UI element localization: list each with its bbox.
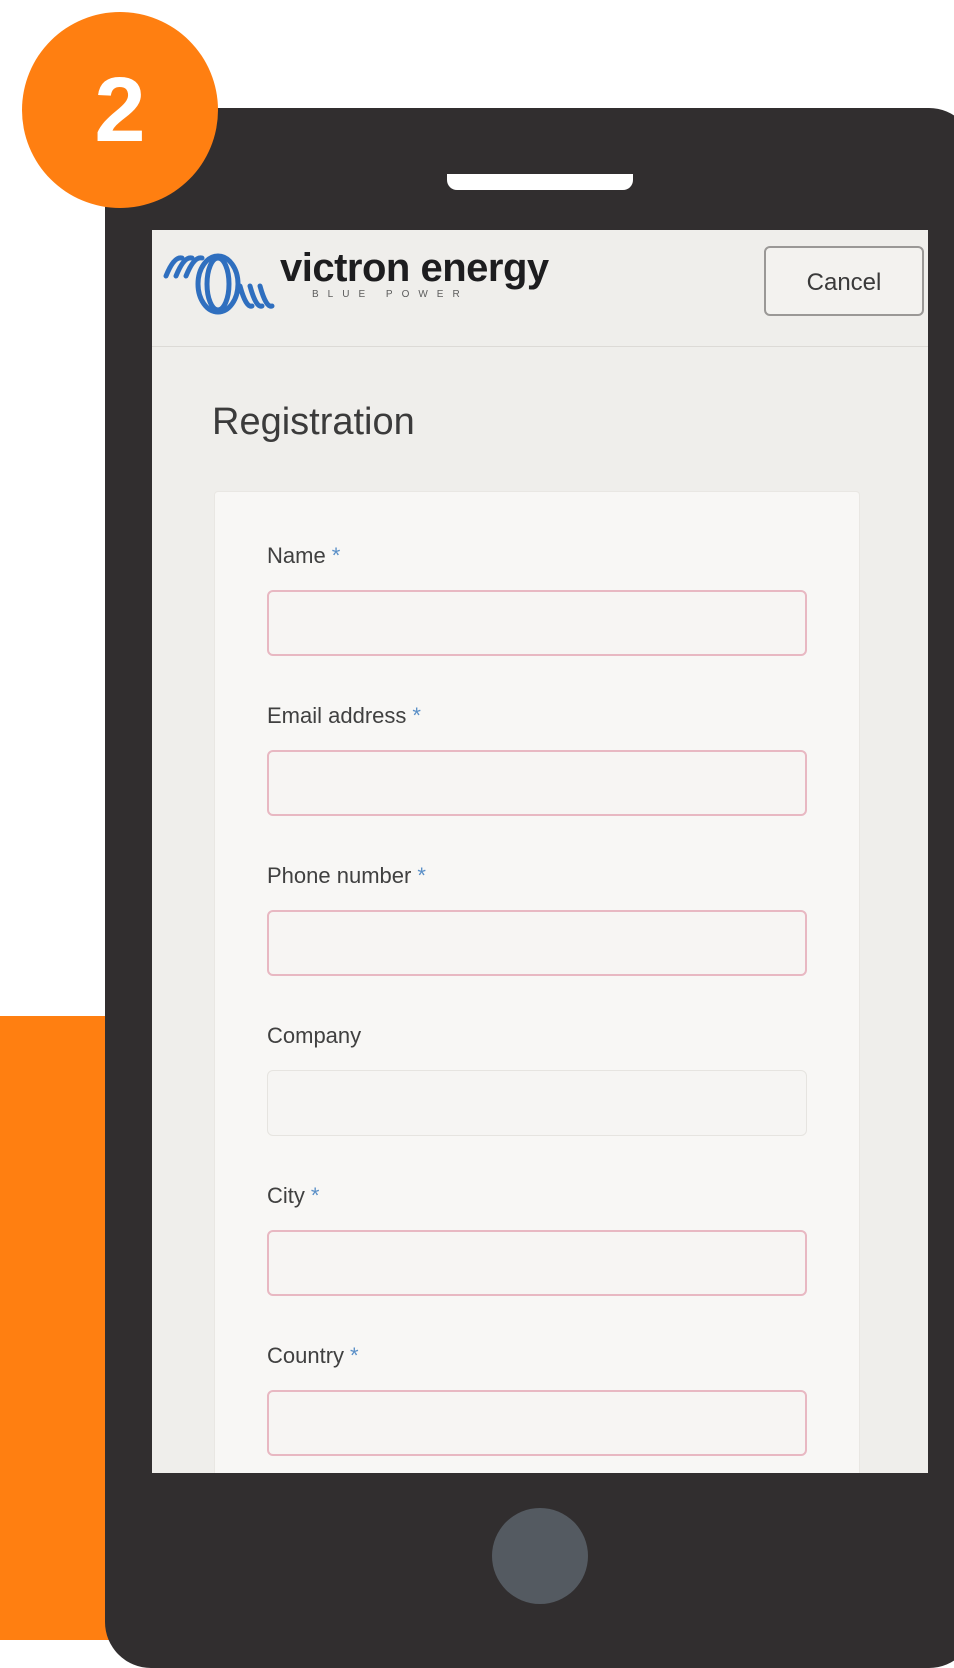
country-input[interactable] <box>267 1390 807 1456</box>
email-label: Email address * <box>267 702 421 730</box>
cancel-button[interactable]: Cancel <box>764 246 924 316</box>
required-marker: * <box>417 863 426 888</box>
email-input[interactable] <box>267 750 807 816</box>
logo-tagline: BLUE POWER <box>312 289 469 300</box>
required-marker: * <box>412 703 421 728</box>
name-label: Name * <box>267 542 340 570</box>
name-label-text: Name <box>267 543 326 568</box>
victron-spiral-logo-icon <box>163 253 275 315</box>
phone-label-text: Phone number <box>267 863 412 888</box>
home-button-icon[interactable] <box>492 1508 588 1604</box>
phone-label: Phone number * <box>267 862 426 890</box>
registration-form: Name * Email address * Phone number * Compa… <box>214 491 860 1473</box>
required-marker: * <box>350 1343 359 1368</box>
phone-input[interactable] <box>267 910 807 976</box>
city-label: City * <box>267 1182 319 1210</box>
email-label-text: Email address <box>267 703 407 728</box>
company-label-text: Company <box>267 1023 362 1048</box>
city-input[interactable] <box>267 1230 807 1296</box>
country-label: Country * <box>267 1342 359 1370</box>
phone-screen: victron energy BLUE POWER Cancel Registr… <box>152 230 928 1473</box>
victron-logo[interactable]: victron energy BLUE POWER <box>160 244 560 324</box>
company-label: Company <box>267 1022 361 1050</box>
country-label-text: Country <box>267 1343 345 1368</box>
name-input[interactable] <box>267 590 807 656</box>
step-number-badge: 2 <box>22 12 218 208</box>
required-marker: * <box>331 543 341 568</box>
logo-wordmark: victron energy <box>280 246 549 290</box>
required-marker: * <box>310 1183 320 1208</box>
city-label-text: City <box>267 1183 305 1208</box>
page-title: Registration <box>212 401 415 443</box>
app-header: victron energy BLUE POWER Cancel <box>152 230 928 347</box>
company-input[interactable] <box>267 1070 807 1136</box>
phone-speaker <box>447 174 633 190</box>
